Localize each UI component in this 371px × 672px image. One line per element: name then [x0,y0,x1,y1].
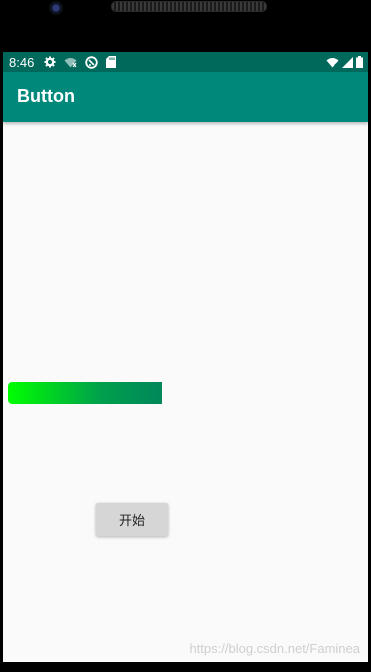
battery-icon [356,53,363,72]
main-content: 开始 https://blog.csdn.net/Faminea [3,122,368,662]
gear-icon [44,56,56,68]
status-bar: 8:46 [3,52,368,72]
start-button[interactable]: 开始 [96,503,168,536]
sd-card-icon [106,56,117,68]
progress-bar [8,382,162,404]
watermark-text: https://blog.csdn.net/Faminea [189,641,360,656]
app-bar: Button [3,72,368,122]
signal-icon [342,53,353,72]
front-camera [49,1,63,15]
progress-bar-fill [8,382,162,404]
wifi-off-icon [64,57,77,68]
app-bar-title: Button [17,86,75,106]
status-right-icons [326,53,363,72]
sync-icon [85,55,99,69]
device-bottom-edge [0,662,371,672]
earpiece-speaker [111,1,267,12]
device-bezel [0,0,371,52]
wifi-icon [326,53,339,72]
status-time: 8:46 [9,54,35,70]
